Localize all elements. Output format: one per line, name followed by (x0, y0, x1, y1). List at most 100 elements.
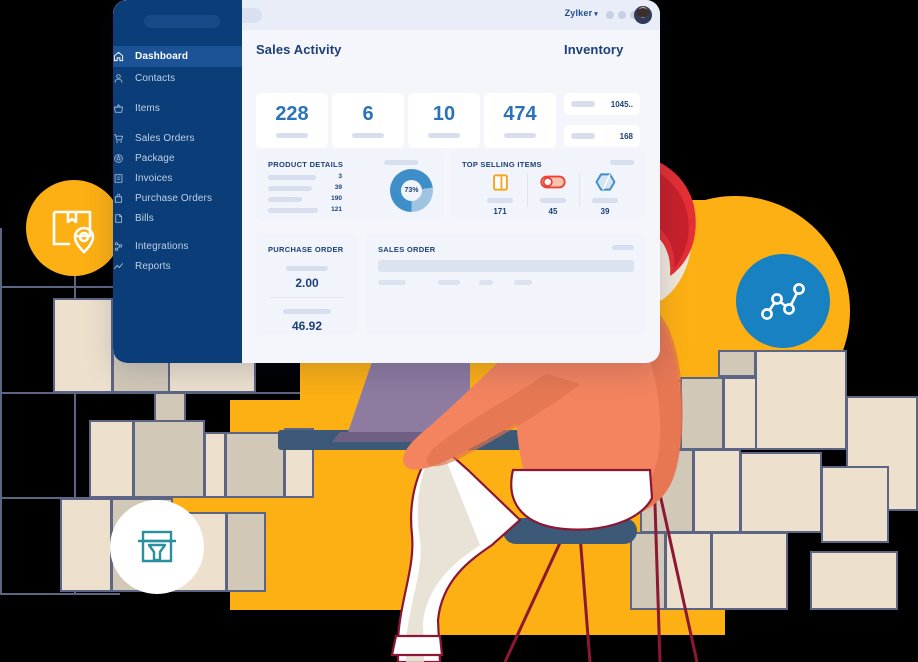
sales-order-cell (378, 280, 406, 285)
sidebar-item-purchase-orders[interactable]: Purchase Orders (113, 188, 242, 209)
sales-order-cell (438, 280, 460, 285)
sales-order-cell (514, 280, 532, 285)
inventory-value: 168 (619, 131, 633, 141)
top-selling-item-value: 171 (493, 207, 507, 216)
carton (204, 432, 226, 498)
carton (680, 377, 724, 450)
sidebar-item-items[interactable]: Items (113, 98, 242, 119)
top-selling-item[interactable]: 171 (474, 171, 526, 216)
product-detail-value: 190 (331, 195, 342, 202)
panel-header-placeholder (610, 160, 634, 165)
product-details-panel: PRODUCT DETAILS 3 39 190 121 73% (256, 149, 444, 221)
stat-value: 10 (432, 102, 456, 125)
carton (630, 532, 666, 610)
analytics-badge[interactable] (736, 254, 830, 348)
item-label-placeholder (540, 198, 566, 203)
product-detail-value: 39 (334, 184, 342, 191)
carton (711, 532, 788, 610)
top-selling-items-panel: TOP SELLING ITEMS 171 45 39 (450, 149, 646, 221)
barcode-scanner-badge[interactable] (110, 500, 204, 594)
carton (284, 428, 314, 498)
sales-activity-card[interactable]: 10 (408, 93, 480, 148)
sidebar-item-sales-orders[interactable]: Sales Orders (113, 128, 242, 149)
grid-line-horizontal (0, 593, 120, 595)
sidebar-item-package[interactable]: Package (113, 148, 242, 169)
stat-value: 6 (362, 102, 374, 125)
header-dot-icon[interactable] (606, 11, 614, 19)
carton (89, 420, 134, 498)
package-location-badge[interactable] (26, 180, 122, 276)
basket-icon (113, 103, 135, 114)
stat-label-placeholder (504, 132, 536, 138)
top-selling-item-value: 39 (600, 207, 610, 216)
line-chart-icon (761, 283, 805, 320)
header-dot-icon[interactable] (618, 11, 626, 19)
carton (693, 449, 741, 533)
sidebar-item-label: Integrations (135, 241, 189, 252)
reports-icon (113, 261, 135, 272)
sales-order-panel: SALES ORDER (366, 233, 646, 335)
purchase-order-title: PURCHASE ORDER (268, 245, 344, 254)
dashboard-window: Zylker ▾ Dashboard Contacts Items Sales … (113, 0, 660, 363)
top-selling-item-value: 45 (548, 207, 558, 216)
panel-header-placeholder (612, 245, 634, 250)
product-details-donut-chart: 73% (390, 169, 433, 212)
sales-activity-title: Sales Activity (256, 42, 342, 57)
top-selling-item[interactable]: 45 (527, 171, 579, 216)
carton (226, 512, 266, 592)
person-shoe (390, 634, 444, 657)
sidebar: Dashboard Contacts Items Sales Orders Pa… (113, 0, 242, 363)
sidebar-item-dashboard[interactable]: Dashboard (113, 46, 242, 67)
inventory-label-placeholder (571, 101, 595, 107)
row-label-placeholder (268, 208, 318, 213)
purchase-order-value: 2.00 (295, 276, 319, 290)
carton (53, 298, 113, 393)
po-label-placeholder (283, 309, 331, 314)
avatar[interactable] (634, 6, 652, 24)
inventory-row[interactable]: 1045.. (564, 93, 640, 115)
row-label-placeholder (268, 197, 302, 202)
sidebar-item-contacts[interactable]: Contacts (113, 68, 242, 89)
sidebar-item-label: Package (135, 153, 175, 164)
cart-icon (113, 133, 135, 144)
main-content: Sales Activity 228 6 10 474 Inventory 10… (242, 30, 660, 363)
item-label-placeholder (487, 198, 513, 203)
product-detail-value: 3 (338, 173, 342, 180)
sales-activity-card[interactable]: 6 (332, 93, 404, 148)
sidebar-item-integrations[interactable]: Integrations (113, 236, 242, 257)
inventory-row[interactable]: 168 (564, 125, 640, 147)
org-name: Zylker (564, 8, 593, 18)
org-switcher[interactable]: Zylker ▾ (565, 8, 598, 18)
donut-label: 73% (404, 187, 419, 194)
carton (810, 551, 898, 610)
sales-activity-card[interactable]: 228 (256, 93, 328, 148)
sidebar-item-invoices[interactable]: Invoices (113, 168, 242, 189)
sidebar-item-label: Contacts (135, 73, 176, 84)
sidebar-item-label: Purchase Orders (135, 193, 213, 204)
sidebar-item-label: Invoices (135, 173, 173, 184)
sales-activity-card[interactable]: 474 (484, 93, 556, 148)
carton (640, 380, 682, 450)
sidebar-item-label: Items (135, 103, 160, 114)
carton (665, 532, 712, 610)
sidebar-item-label: Reports (135, 261, 171, 272)
integrations-icon (113, 241, 135, 252)
carton (821, 466, 889, 543)
sales-order-cell (479, 280, 493, 285)
grid-line-vertical (0, 228, 2, 594)
home-icon (113, 51, 135, 62)
invoice-icon (113, 173, 135, 184)
stat-value: 474 (503, 102, 537, 125)
purchase-order-value: 46.92 (291, 319, 323, 333)
sidebar-item-reports[interactable]: Reports (113, 256, 242, 277)
barcode-scanner-icon (138, 530, 176, 563)
sidebar-item-bills[interactable]: Bills (113, 208, 242, 229)
contacts-icon (113, 73, 135, 84)
panel-header-placeholder (384, 160, 418, 165)
carton (225, 432, 285, 498)
stat-label-placeholder (276, 132, 308, 138)
sidebar-item-label: Sales Orders (135, 133, 195, 144)
top-selling-item[interactable]: 39 (579, 171, 631, 216)
inventory-title: Inventory (564, 42, 624, 57)
row-label-placeholder (268, 175, 316, 180)
